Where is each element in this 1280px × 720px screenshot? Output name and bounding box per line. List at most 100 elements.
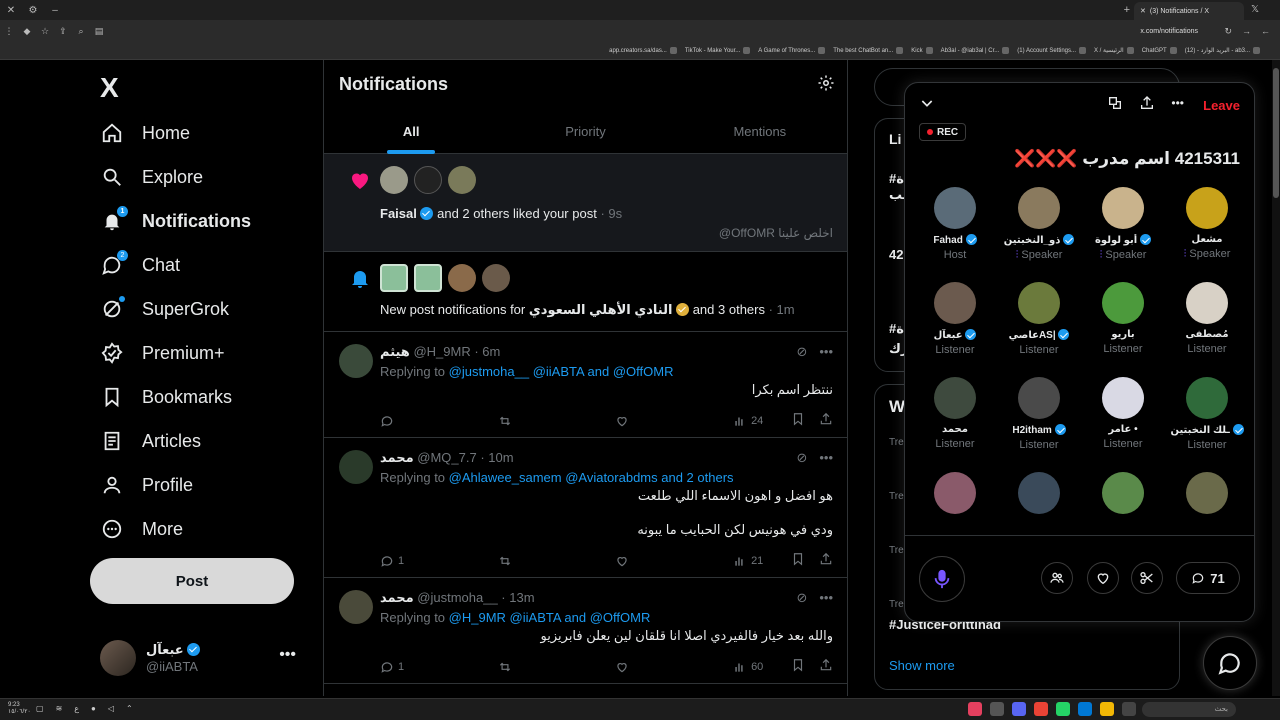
replying-to-links[interactable]: @Ahlawee_samem @Aviatorabdms and 2 other…	[449, 470, 734, 485]
settings-gear-icon[interactable]	[817, 74, 835, 97]
extension-icon[interactable]: ◆	[18, 26, 36, 37]
space-participant[interactable]	[1081, 472, 1165, 519]
people-button[interactable]	[1041, 562, 1073, 594]
nav-item-premium[interactable]: Premium+	[100, 333, 225, 373]
tab-all[interactable]: All	[324, 112, 498, 154]
like-button[interactable]	[615, 552, 705, 569]
new-post-notification[interactable]: New post notifications for النادي الأهلي…	[324, 252, 847, 332]
post-button[interactable]: Post	[90, 558, 294, 604]
store-icon[interactable]	[1122, 702, 1136, 716]
space-participant[interactable]: أبو لولوة ⫶ Speaker	[1081, 187, 1165, 281]
clip-scissors-button[interactable]	[1131, 562, 1163, 594]
tab-search-icon[interactable]: ▤	[90, 26, 108, 37]
tab-notifications[interactable]: ✕ (3) Notifications / X	[1134, 2, 1244, 20]
reply-post[interactable]: هيثم @H_9MR · 6m ⊘ ••• Replying to @justmoh…	[324, 332, 847, 438]
chevron-down-icon[interactable]	[919, 95, 935, 116]
share-icon[interactable]	[819, 658, 833, 675]
repost-button[interactable]	[498, 412, 588, 429]
forward-icon[interactable]: →	[1242, 26, 1251, 37]
more-dots-icon[interactable]: •••	[279, 646, 296, 664]
like-notification[interactable]: Faisal and 2 others liked your post · 9s…	[324, 154, 847, 252]
reply-post[interactable]: محمد @justmoha__ · 13m ⊘ ••• Replying to @H…	[324, 578, 847, 684]
tab-mentions[interactable]: Mentions	[673, 112, 847, 154]
space-participant[interactable]: محمد Listener	[913, 377, 997, 471]
share-icon[interactable]: ⇪	[54, 26, 72, 37]
bookmark-item[interactable]: (12) - البريد الوارد - ab3...	[1185, 47, 1260, 54]
space-participant[interactable]: عامر • Listener	[1081, 377, 1165, 471]
mic-tray-icon[interactable]: ●	[91, 704, 96, 713]
like-button[interactable]	[615, 658, 705, 675]
scrollbar-thumb[interactable]	[1273, 68, 1279, 198]
bookmark-item[interactable]: A Game of Thrones...	[758, 47, 826, 54]
like-button[interactable]	[615, 412, 705, 429]
nav-item-explore[interactable]: Explore	[100, 157, 203, 197]
bookmark-icon[interactable]	[791, 412, 805, 429]
reply-post[interactable]: محمد @MQ_7.7 · 10m ⊘ ••• Replying to @Ahlaw…	[324, 438, 847, 578]
avatar[interactable]	[414, 166, 442, 194]
space-participant[interactable]	[913, 472, 997, 519]
notification-center-icon[interactable]: ▢	[36, 704, 44, 713]
window-close-icon[interactable]: ✕	[0, 5, 22, 16]
chrome-icon[interactable]	[1034, 702, 1048, 716]
nav-item-more[interactable]: More	[100, 509, 183, 549]
bookmark-item[interactable]: ChatGPT	[1142, 47, 1177, 54]
author-handle[interactable]: @MQ_7.7 · 10m	[417, 450, 513, 465]
space-participant[interactable]: H2itham Listener	[997, 377, 1081, 471]
page-scrollbar[interactable]	[1272, 60, 1280, 696]
bookmark-item[interactable]: Ab3al - @iab3al | Cr...	[941, 47, 1010, 54]
space-participant[interactable]: مشعل ⫶ Speaker	[1165, 187, 1249, 281]
volume-icon[interactable]: ◁	[108, 704, 114, 713]
chat-fab-button[interactable]	[1203, 636, 1257, 690]
space-participant[interactable]: مُصطفى Listener	[1165, 282, 1249, 376]
bookmark-icon[interactable]	[791, 658, 805, 675]
menu-dots-icon[interactable]: ⋮	[0, 26, 18, 37]
clock[interactable]: 9:23 ١٥/٠٦/٢٠	[8, 702, 31, 716]
avatar[interactable]	[414, 264, 442, 292]
bookmark-star-icon[interactable]: ☆	[36, 26, 54, 37]
bookmark-item[interactable]: app.creators.sa/das...	[609, 47, 677, 54]
bookmark-item[interactable]: X / الرئيسية	[1094, 47, 1134, 54]
new-tab-button[interactable]: +	[1124, 4, 1130, 16]
show-more-link[interactable]: Show more	[889, 658, 955, 673]
translate-icon[interactable]: ⌕	[72, 26, 90, 37]
language-icon[interactable]: ع	[74, 704, 79, 713]
space-participant[interactable]	[1165, 472, 1249, 519]
grok-icon[interactable]: ⊘	[796, 450, 807, 466]
nav-item-profile[interactable]: Profile	[100, 465, 193, 505]
avatar[interactable]	[339, 344, 373, 378]
back-icon[interactable]: ←	[1261, 26, 1270, 37]
chevron-up-icon[interactable]: ⌃	[126, 704, 133, 713]
avatar[interactable]	[339, 590, 373, 624]
reply-button[interactable]: 1	[380, 552, 470, 569]
whatsapp-icon[interactable]	[1056, 702, 1070, 716]
nav-item-home[interactable]: Home	[100, 113, 190, 153]
avatar[interactable]	[339, 450, 373, 484]
reaction-heart-button[interactable]	[1087, 562, 1119, 594]
bookmark-item[interactable]: (1) Account Settings...	[1017, 47, 1086, 54]
avatar[interactable]	[448, 264, 476, 292]
more-dots-icon[interactable]: •••	[1171, 95, 1184, 116]
views-button[interactable]: 24	[733, 412, 763, 429]
reload-icon[interactable]: ↻	[1224, 26, 1232, 37]
avatar[interactable]	[380, 166, 408, 194]
replying-to-links[interactable]: @justmoha__ @iiABTA and @OffOMR	[449, 364, 674, 379]
avatar[interactable]	[482, 264, 510, 292]
nav-item-supergrok[interactable]: SuperGrok	[100, 289, 229, 329]
space-participant[interactable]: باريو Listener	[1081, 282, 1165, 376]
url-field[interactable]: x.com/notifications	[1140, 28, 1198, 35]
author-name[interactable]: محمد	[380, 450, 414, 465]
space-participant[interactable]: Fahad Host	[913, 187, 997, 281]
app-icon[interactable]	[968, 702, 982, 716]
space-participant[interactable]: عاصيAS| Listener	[997, 282, 1081, 376]
replying-to-links[interactable]: @H_9MR @iiABTA and @OffOMR	[449, 610, 651, 625]
avatar[interactable]	[448, 166, 476, 194]
liker-name[interactable]: Faisal	[380, 206, 417, 221]
reply-button[interactable]: 1	[380, 658, 470, 675]
views-button[interactable]: 60	[733, 658, 763, 675]
x-logo-icon[interactable]: X	[100, 72, 119, 104]
space-participant[interactable]: عبعآل Listener	[913, 282, 997, 376]
more-dots-icon[interactable]: •••	[819, 450, 833, 466]
account-switcher[interactable]: عبعآل @iiABTA •••	[100, 638, 314, 678]
reply-button[interactable]	[380, 412, 470, 429]
wifi-icon[interactable]: ≋	[56, 704, 63, 713]
